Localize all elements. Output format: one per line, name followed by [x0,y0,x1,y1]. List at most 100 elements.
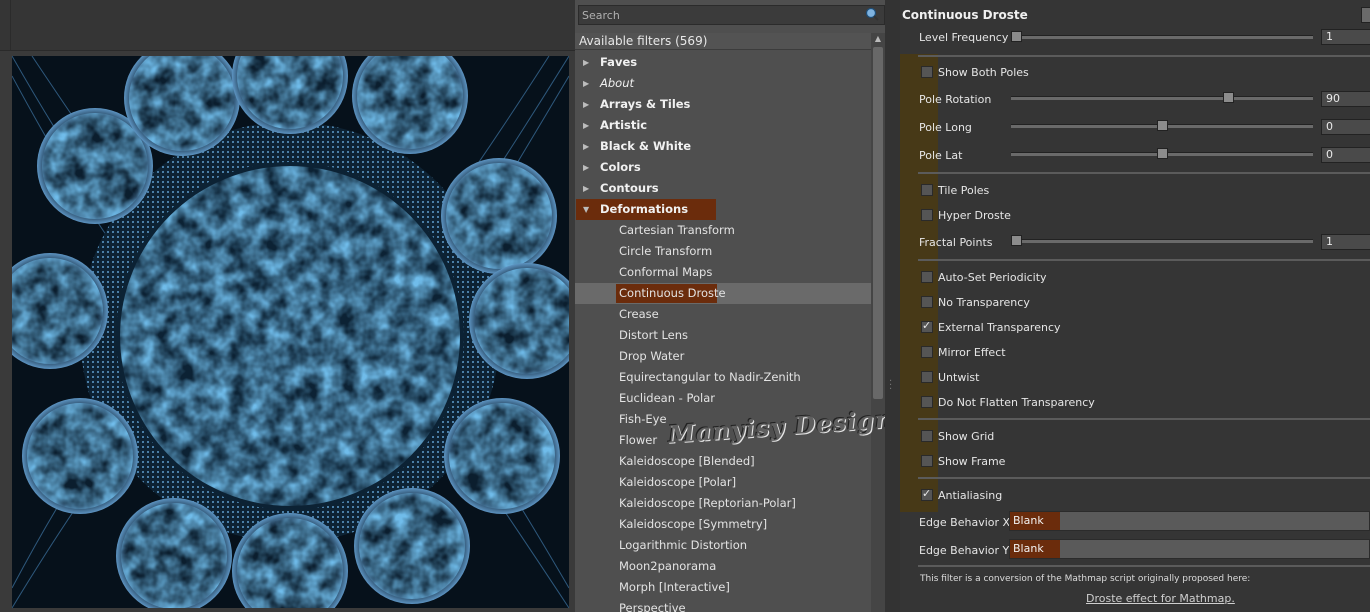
scroll-thumb[interactable] [873,47,883,399]
auto-set-periodicity-checkbox[interactable] [921,271,933,283]
search-icon[interactable] [865,7,879,21]
show-both-poles-checkbox[interactable] [921,66,933,78]
filter-item[interactable]: Kaleidoscope [Symmetry] [575,514,871,535]
level-frequency-handle[interactable] [1011,31,1022,42]
filter-item[interactable]: Circle Transform [575,241,871,262]
filter-item[interactable]: Cartesian Transform [575,220,871,241]
mirror-effect-checkbox[interactable] [921,346,933,358]
filter-item[interactable]: Continuous Droste [575,283,871,304]
droste-mathmap-link[interactable]: Droste effect for Mathmap. [1086,592,1235,605]
pole-long-label: Pole Long [919,121,972,134]
filter-category[interactable]: ▶ Artistic [575,115,871,136]
pole-rotation-label: Pole Rotation [919,93,992,106]
panel-options-icon[interactable] [1361,7,1370,23]
divider [918,477,1370,479]
expand-arrow-right-icon[interactable]: ▶ [583,178,589,199]
pole-lat-slider[interactable] [1011,148,1313,159]
untwist-checkbox[interactable] [921,371,933,383]
expand-arrow-right-icon[interactable]: ▶ [583,73,589,94]
expand-arrow-right-icon[interactable]: ▶ [583,115,589,136]
filter-label: Perspective [619,601,686,612]
filters-scrollbar[interactable]: ▲ [871,33,885,612]
preview-canvas[interactable] [0,18,585,612]
filter-item[interactable]: Logarithmic Distortion [575,535,871,556]
filter-item[interactable]: Drop Water [575,346,871,367]
filter-category[interactable]: ▶ Faves [575,52,871,73]
divider [918,55,1370,57]
show-frame-checkbox[interactable] [921,455,933,467]
edge-behavior-x-select[interactable]: Blank [1009,511,1370,531]
filter-category[interactable]: ▶ Black & White [575,136,871,157]
pole-long-value[interactable]: 0 [1321,119,1370,135]
pole-lat-handle[interactable] [1157,148,1168,159]
show-frame-label: Show Frame [938,455,1006,468]
filter-item[interactable]: Crease [575,304,871,325]
filter-item[interactable]: Conformal Maps [575,262,871,283]
filter-label: Distort Lens [619,328,689,342]
filter-item[interactable]: Distort Lens [575,325,871,346]
search-input[interactable] [578,5,885,25]
filter-label: Deformations [600,202,689,216]
filter-category[interactable]: ▼ Deformations [575,199,871,220]
expand-arrow-right-icon[interactable]: ▶ [583,157,589,178]
level-frequency-slider[interactable] [1011,31,1313,42]
pole-rotation-handle[interactable] [1223,92,1234,103]
filter-label: Drop Water [619,349,685,363]
filter-label: Faves [600,55,638,69]
auto-set-periodicity-label: Auto-Set Periodicity [938,271,1047,284]
do-not-flatten-checkbox[interactable] [921,396,933,408]
filter-item[interactable]: Moon2panorama [575,556,871,577]
edge-behavior-y-select[interactable]: Blank [1009,539,1370,559]
show-grid-label: Show Grid [938,430,995,443]
pole-rotation-value[interactable]: 90 [1321,91,1370,107]
fractal-points-handle[interactable] [1011,235,1022,246]
filter-label: About [600,76,635,90]
filter-category[interactable]: ▶ About [575,73,871,94]
filter-item[interactable]: Kaleidoscope [Reptorian-Polar] [575,493,871,514]
pole-lat-label: Pole Lat [919,149,963,162]
filter-label: Colors [600,160,641,174]
no-transparency-label: No Transparency [938,296,1030,309]
antialiasing-label: Antialiasing [938,489,1003,502]
filter-item[interactable]: Perspective [575,598,871,612]
filter-item[interactable]: Kaleidoscope [Blended] [575,451,871,472]
filter-category[interactable]: ▶ Colors [575,157,871,178]
external-transparency-checkbox[interactable] [921,319,933,333]
untwist-label: Untwist [938,371,980,384]
filter-label: Cartesian Transform [619,223,735,237]
filter-category[interactable]: ▶ Contours [575,178,871,199]
show-both-poles-label: Show Both Poles [938,66,1029,79]
pole-rotation-slider[interactable] [1011,92,1313,103]
tile-poles-checkbox[interactable] [921,184,933,196]
show-grid-checkbox[interactable] [921,430,933,442]
filters-panel: Available filters (569) ▶ Faves ▶ About ▶ Arr… [575,0,885,612]
filter-item[interactable]: Equirectangular to Nadir-Zenith [575,367,871,388]
divider [918,418,1370,420]
antialiasing-checkbox[interactable] [921,487,933,501]
filter-item[interactable]: Euclidean - Polar [575,388,871,409]
filter-category[interactable]: ▶ Arrays & Tiles [575,94,871,115]
filter-label: Moon2panorama [619,559,717,573]
filter-label: Flower [619,433,658,447]
fractal-points-slider[interactable] [1011,235,1313,246]
fractal-points-value[interactable]: 1 [1321,234,1370,250]
edge-behavior-y-label: Edge Behavior Y [919,544,1010,557]
filter-item[interactable]: Kaleidoscope [Polar] [575,472,871,493]
divider [918,565,1370,567]
level-frequency-value[interactable]: 1 [1321,29,1370,45]
expand-arrow-down-icon[interactable]: ▼ [583,199,589,220]
edge-behavior-x-value: Blank [1010,512,1060,530]
expand-arrow-right-icon[interactable]: ▶ [583,52,589,73]
panel-splitter[interactable]: · · · [885,0,900,612]
expand-arrow-right-icon[interactable]: ▶ [583,94,589,115]
pole-lat-value[interactable]: 0 [1321,147,1370,163]
edge-behavior-x-label: Edge Behavior X [919,516,1011,529]
hyper-droste-checkbox[interactable] [921,209,933,221]
pole-long-slider[interactable] [1011,120,1313,131]
no-transparency-checkbox[interactable] [921,296,933,308]
expand-arrow-right-icon[interactable]: ▶ [583,136,589,157]
filter-item[interactable]: Morph [Interactive] [575,577,871,598]
divider [918,259,1370,261]
scroll-up-arrow-icon[interactable]: ▲ [871,33,885,45]
pole-long-handle[interactable] [1157,120,1168,131]
